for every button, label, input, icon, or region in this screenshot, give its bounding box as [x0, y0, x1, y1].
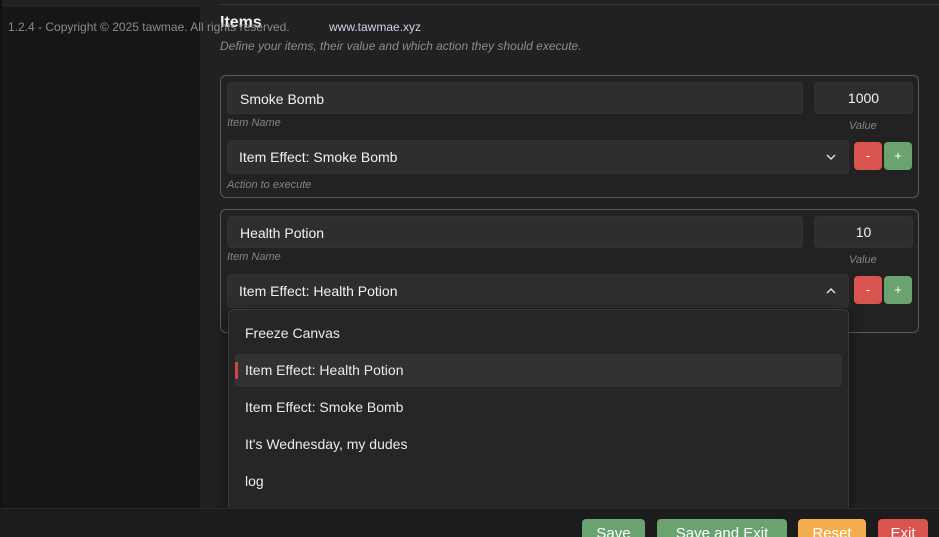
exit-button[interactable]: Exit	[878, 519, 928, 537]
reset-button[interactable]: Reset	[798, 519, 866, 537]
app-window: Items Define your items, their value and…	[0, 0, 939, 537]
dropdown-option[interactable]: It's Wednesday, my dudes	[235, 428, 842, 461]
save-and-exit-button[interactable]: Save and Exit	[657, 519, 787, 537]
action-select[interactable]: Item Effect: Health Potion	[227, 274, 849, 308]
dropdown-option[interactable]: log	[235, 465, 842, 498]
item-value-hint: Value	[849, 120, 877, 132]
item-name-input[interactable]: Smoke Bomb	[227, 82, 803, 114]
dropdown-option-label: log	[245, 473, 264, 489]
remove-item-button[interactable]: -	[854, 276, 882, 304]
save-button[interactable]: Save	[582, 519, 645, 537]
action-dropdown-menu: Freeze Canvas Item Effect: Health Potion…	[228, 309, 849, 520]
sidebar	[2, 0, 200, 508]
website-link[interactable]: www.tawmae.xyz	[329, 20, 421, 34]
item-name-hint: Item Name	[227, 117, 281, 129]
dropdown-option-label: Freeze Canvas	[245, 325, 340, 341]
action-hint: Action to execute	[227, 179, 312, 191]
dropdown-option-selected[interactable]: Item Effect: Health Potion	[235, 354, 842, 387]
selected-marker	[235, 362, 238, 379]
section-description: Define your items, their value and which…	[220, 39, 582, 53]
item-value-hint: Value	[849, 254, 877, 266]
add-item-button[interactable]: +	[884, 276, 912, 304]
action-select[interactable]: Item Effect: Smoke Bomb	[227, 140, 849, 174]
dropdown-option[interactable]: Item Effect: Smoke Bomb	[235, 391, 842, 424]
item-value-input[interactable]: 1000	[814, 82, 913, 114]
add-item-button[interactable]: +	[884, 142, 912, 170]
action-select-value: Item Effect: Health Potion	[239, 283, 398, 299]
item-value-input[interactable]: 10	[814, 216, 913, 248]
dropdown-option-label: Item Effect: Health Potion	[245, 362, 404, 378]
item-card: Smoke Bomb 1000 Item Name Value Item Eff…	[220, 75, 919, 198]
item-name-hint: Item Name	[227, 251, 281, 263]
dropdown-option-label: It's Wednesday, my dudes	[245, 436, 408, 452]
divider	[220, 4, 939, 5]
item-name-input[interactable]: Health Potion	[227, 216, 803, 248]
action-select-value: Item Effect: Smoke Bomb	[239, 149, 398, 165]
chevron-down-icon	[826, 141, 836, 186]
dropdown-option[interactable]: Freeze Canvas	[235, 317, 842, 350]
sidebar-header	[2, 0, 200, 7]
dropdown-option-label: Item Effect: Smoke Bomb	[245, 399, 404, 415]
copyright-text: 1.2.4 - Copyright © 2025 tawmae. All rig…	[8, 20, 290, 34]
remove-item-button[interactable]: -	[854, 142, 882, 170]
